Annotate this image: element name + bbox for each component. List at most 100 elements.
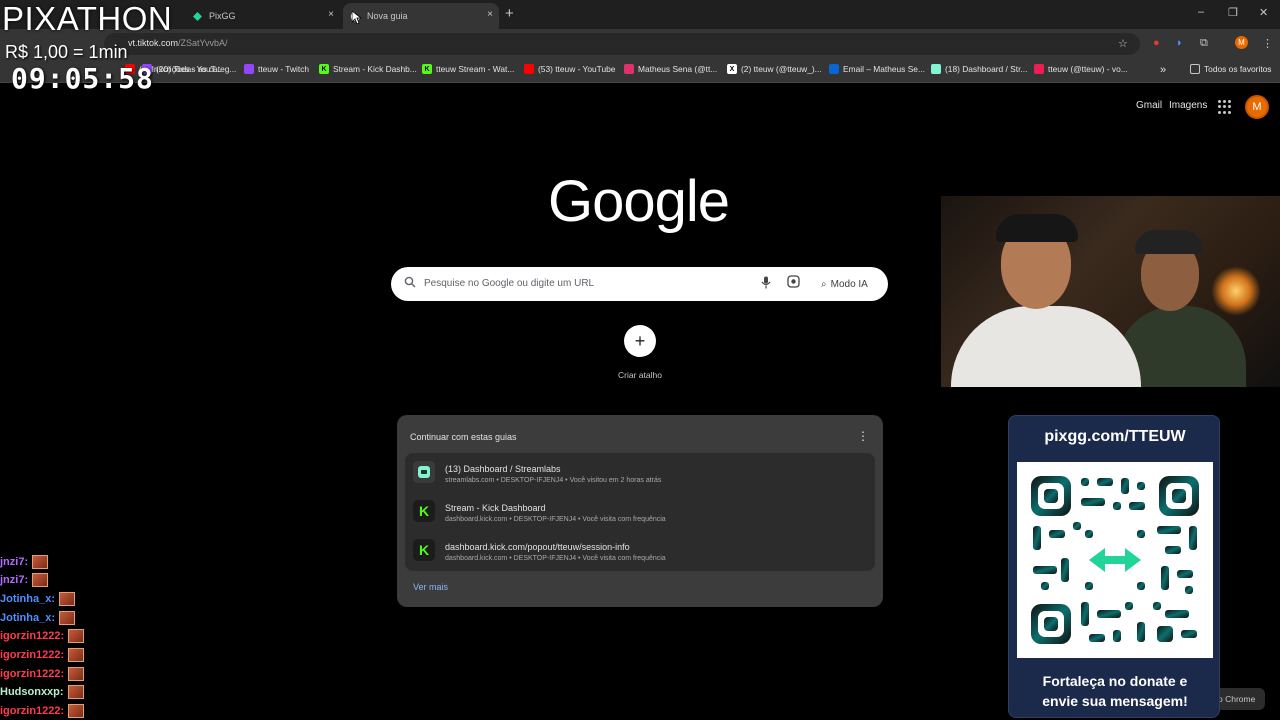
google-logo: Google	[548, 169, 730, 234]
streamlabs-icon	[413, 461, 435, 483]
donation-message: Fortaleça no donate e envie sua mensagem…	[1042, 673, 1188, 709]
microphone-icon[interactable]	[761, 276, 771, 292]
person-cap	[1135, 230, 1203, 254]
pixgg-icon	[191, 10, 203, 22]
chat-username: igorzin1222:	[0, 649, 65, 661]
all-bookmarks-button[interactable]: Todos os favoritos	[1190, 64, 1272, 74]
avatar[interactable]: M	[1245, 95, 1269, 119]
search-input[interactable]: Pesquise no Google ou digite um URL	[424, 278, 594, 289]
apps-grid-icon[interactable]	[1218, 100, 1232, 114]
webcam-feed	[941, 196, 1280, 387]
instagram-icon	[624, 64, 634, 74]
menu-icon[interactable]: ⋮	[1262, 37, 1273, 50]
emote-icon	[68, 704, 85, 718]
search-box[interactable]: Pesquise no Google ou digite um URL ⌕ Mo…	[391, 267, 888, 301]
tab-label: PixGG	[209, 11, 236, 21]
tab-nova-guia[interactable]: Nova guia ×	[343, 3, 499, 29]
emote-icon	[68, 667, 85, 681]
continue-tabs-list: (13) Dashboard / Streamlabs streamlabs.c…	[405, 453, 875, 571]
add-shortcut-button[interactable]: +	[624, 325, 656, 357]
new-tab-button[interactable]: +	[505, 5, 514, 22]
chat-message: igorzin1222:	[0, 646, 85, 664]
toolbar: vt.tiktok.com/ZSatYvvbA/ ☆ ● ◗ ⧉ M ⋮	[0, 29, 1280, 59]
close-tab-icon[interactable]: ×	[328, 9, 334, 20]
address-bar[interactable]: vt.tiktok.com/ZSatYvvbA/ ☆	[104, 33, 1140, 55]
images-link[interactable]: Imagens	[1169, 100, 1207, 111]
cursor-icon	[352, 11, 362, 25]
chat-username: igorzin1222:	[0, 705, 65, 717]
chat-username: jnzi7:	[0, 556, 29, 568]
bookmark-item[interactable]: tteuw (@tteuw) - vo...	[1034, 64, 1128, 74]
list-item-title: dashboard.kick.com/popout/tteuw/session-…	[445, 542, 630, 552]
url-text[interactable]: vt.tiktok.com/ZSatYvvbA/	[128, 38, 228, 48]
gmail-link[interactable]: Gmail	[1136, 100, 1162, 111]
record-extension-icon[interactable]: ●	[1153, 37, 1160, 49]
list-item-title: Stream - Kick Dashboard	[445, 503, 546, 513]
kick-icon: K	[413, 500, 435, 522]
minimize-button[interactable]: –	[1198, 6, 1204, 18]
lamp-glow	[1211, 266, 1261, 316]
list-item-subtitle: dashboard.kick.com • DESKTOP-IFJENJ4 • V…	[445, 516, 666, 523]
lens-icon[interactable]	[787, 275, 800, 291]
chat-message: Hudsonxxp:	[0, 683, 84, 701]
kick-icon: K	[413, 539, 435, 561]
close-tab-icon[interactable]: ×	[487, 9, 493, 20]
bookmark-item[interactable]: Email – Matheus Se...	[829, 64, 925, 74]
more-options-icon[interactable]: ⋮	[857, 429, 869, 443]
emote-icon	[68, 629, 85, 643]
star-icon[interactable]: ☆	[1118, 37, 1128, 50]
chat-message: Jotinha_x:	[0, 590, 76, 608]
bookmark-item[interactable]: tteuw - Twitch	[244, 64, 309, 74]
bookmark-item[interactable]: Ktteuw Stream - Wat...	[422, 64, 514, 74]
bookmark-item[interactable]: Matheus Sena (@tt...	[624, 64, 717, 74]
tab-label: Nova guia	[367, 11, 408, 21]
continue-tabs-title: Continuar com estas guias	[410, 432, 517, 442]
window-close-button[interactable]: ✕	[1259, 6, 1268, 19]
chat-username: igorzin1222:	[0, 630, 65, 642]
bookmarks-overflow-button[interactable]: »	[1160, 64, 1166, 76]
emote-icon	[67, 685, 84, 699]
list-item-subtitle: streamlabs.com • DESKTOP-IFJENJ4 • Você …	[445, 477, 662, 484]
add-shortcut-label[interactable]: Criar atalho	[600, 370, 680, 380]
ai-mode-button[interactable]: ⌕ Modo IA	[813, 272, 876, 296]
chat-username: Jotinha_x:	[0, 593, 56, 605]
list-item[interactable]: K dashboard.kick.com/popout/tteuw/sessio…	[405, 531, 875, 570]
audio-extension-icon[interactable]: ◗	[1176, 37, 1183, 49]
extensions-icon[interactable]: ⧉	[1200, 37, 1208, 50]
youtube-icon	[524, 64, 534, 74]
bookmark-item[interactable]: (53) tteuw - YouTube	[524, 64, 615, 74]
chat-message: igorzin1222:	[0, 702, 85, 720]
tab-pixgg[interactable]: PixGG ×	[185, 3, 340, 29]
emote-icon	[32, 573, 49, 587]
bookmark-item[interactable]: K Stream - Kick Dashb...	[319, 64, 417, 74]
see-more-link[interactable]: Ver mais	[413, 582, 448, 592]
bookmark-item[interactable]: (20) Todas as categ...	[142, 64, 236, 74]
kick-icon: K	[319, 64, 329, 74]
list-item[interactable]: K Stream - Kick Dashboard dashboard.kick…	[405, 492, 875, 531]
tiktok-icon	[1034, 64, 1044, 74]
restore-button[interactable]: ❐	[1228, 6, 1238, 19]
emote-icon	[68, 648, 85, 662]
emote-icon	[32, 555, 49, 569]
twitch-icon	[244, 64, 254, 74]
x-icon: X	[727, 64, 737, 74]
bookmark-item[interactable]: (18) Dashboard / Str...	[931, 64, 1027, 74]
bookmarks-bar: (6) Inscrições - YouT... (20) Todas as c…	[0, 59, 1280, 83]
person-body	[951, 306, 1141, 387]
chat-username: Hudsonxxp:	[0, 686, 64, 698]
list-item[interactable]: (13) Dashboard / Streamlabs streamlabs.c…	[405, 453, 875, 492]
list-item-title: (13) Dashboard / Streamlabs	[445, 464, 561, 474]
donation-url: pixgg.com/TTEUW	[1044, 428, 1186, 445]
chat-message: igorzin1222:	[0, 627, 85, 645]
overlay-title: PIXATHON	[2, 0, 173, 37]
chat-username: jnzi7:	[0, 574, 29, 586]
donation-card: pixgg.com/TTEUW Fortaleça no donate e en…	[1008, 415, 1220, 718]
chat-message: igorzin1222:	[0, 665, 85, 683]
profile-icon[interactable]: M	[1235, 36, 1248, 49]
folder-icon	[1190, 64, 1200, 74]
overlay-timer: 09:05:58	[11, 62, 154, 95]
qr-code	[1017, 462, 1213, 658]
chat-message: jnzi7:	[0, 571, 49, 589]
bookmark-item[interactable]: X (2) tteuw (@tteuw_)...	[727, 64, 822, 74]
emote-icon	[59, 611, 76, 625]
